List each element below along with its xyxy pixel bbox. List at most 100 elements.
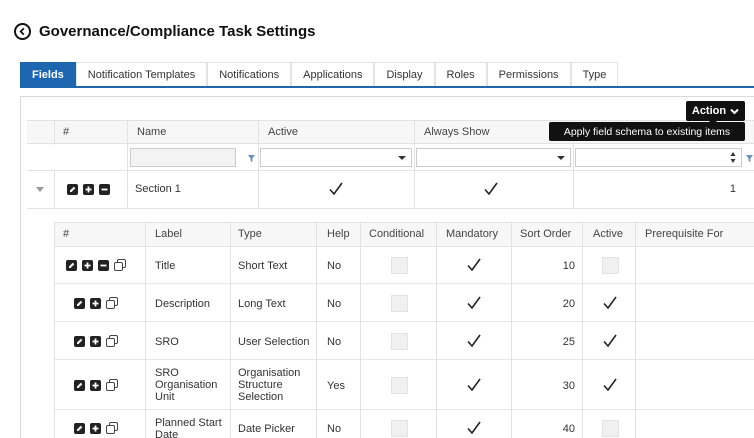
action-label: Action xyxy=(691,105,727,117)
tab-applications[interactable]: Applications xyxy=(291,62,375,87)
col-active[interactable]: Active xyxy=(268,121,298,145)
copy-icon[interactable] xyxy=(114,259,126,271)
filter-funnel-icon[interactable] xyxy=(248,155,255,162)
row-help: No xyxy=(327,423,342,435)
copy-icon[interactable] xyxy=(106,297,118,309)
title-bar: Governance/Compliance Task Settings xyxy=(14,18,315,44)
remove-icon[interactable] xyxy=(98,260,109,271)
add-icon[interactable] xyxy=(83,184,94,195)
copy-icon[interactable] xyxy=(106,335,118,347)
tab-display[interactable]: Display xyxy=(374,62,435,87)
chevron-down-icon xyxy=(557,156,565,160)
row-sort-order: 10 xyxy=(562,260,575,272)
col-mandatory[interactable]: Mandatory xyxy=(446,223,498,248)
page-title: Governance/Compliance Task Settings xyxy=(39,22,316,40)
col-conditional[interactable]: Conditional xyxy=(369,223,424,248)
edit-icon[interactable] xyxy=(67,184,78,195)
tab-notification-templates[interactable]: Notification Templates xyxy=(75,62,208,87)
add-icon[interactable] xyxy=(82,260,93,271)
col-name[interactable]: Name xyxy=(137,121,166,145)
fields-grid: # Label Type Help Conditional Mandatory … xyxy=(54,222,754,438)
col-active[interactable]: Active xyxy=(593,223,623,248)
add-icon[interactable] xyxy=(90,423,101,434)
back-arrow-icon[interactable] xyxy=(14,22,31,40)
table-row[interactable]: Planned Start Date Date Picker No 40 xyxy=(55,410,754,438)
row-type: Long Text xyxy=(238,298,286,310)
checkmark-icon[interactable] xyxy=(483,181,499,197)
copy-icon[interactable] xyxy=(106,379,118,391)
section-row[interactable]: Section 1 1 xyxy=(27,171,754,209)
row-label: Title xyxy=(155,260,176,272)
edit-icon[interactable] xyxy=(74,380,85,391)
checkmark-icon[interactable] xyxy=(466,377,482,393)
checkmark-icon[interactable] xyxy=(602,377,618,393)
row-type: Organisation Structure Selection xyxy=(238,367,301,403)
tab-fields[interactable]: Fields xyxy=(20,62,76,87)
edit-icon[interactable] xyxy=(74,423,85,434)
filter-funnel-icon[interactable] xyxy=(746,155,753,162)
active-checkbox[interactable] xyxy=(602,257,619,274)
action-tooltip[interactable]: Apply field schema to existing items xyxy=(549,118,745,141)
spinner-icon[interactable] xyxy=(730,151,736,164)
row-help: No xyxy=(327,336,342,348)
edit-icon[interactable] xyxy=(66,260,77,271)
col-hash: # xyxy=(63,126,70,138)
checkmark-icon[interactable] xyxy=(328,181,344,197)
row-label: SRO xyxy=(155,336,179,348)
active-filter-select[interactable] xyxy=(260,148,412,167)
section-name: Section 1 xyxy=(135,183,181,195)
chevron-down-icon xyxy=(398,156,406,160)
conditional-checkbox xyxy=(391,333,408,350)
col-type[interactable]: Type xyxy=(238,223,262,248)
row-label: SRO Organisation Unit xyxy=(155,367,218,403)
table-row[interactable]: SRO Organisation Unit Organisation Struc… xyxy=(55,360,754,410)
checkmark-icon[interactable] xyxy=(466,420,482,436)
always-show-filter-select[interactable] xyxy=(416,148,571,167)
tab-permissions[interactable]: Permissions xyxy=(486,62,571,87)
row-sort-order: 30 xyxy=(562,380,575,392)
col-label[interactable]: Label xyxy=(155,223,182,248)
add-icon[interactable] xyxy=(90,380,101,391)
name-filter-input[interactable] xyxy=(130,148,236,167)
count-filter-stepper[interactable] xyxy=(575,148,742,167)
table-row[interactable]: SRO User Selection No 25 xyxy=(55,322,754,360)
add-icon[interactable] xyxy=(90,298,101,309)
checkmark-icon[interactable] xyxy=(466,257,482,273)
tab-type[interactable]: Type xyxy=(570,62,619,87)
row-type: Short Text xyxy=(238,260,288,272)
col-always-show[interactable]: Always Show xyxy=(424,121,489,145)
col-help[interactable]: Help xyxy=(327,223,350,248)
row-sort-order: 25 xyxy=(562,336,575,348)
conditional-checkbox xyxy=(391,420,408,437)
tab-underline xyxy=(20,86,754,88)
conditional-checkbox xyxy=(391,295,408,312)
tab-roles[interactable]: Roles xyxy=(434,62,487,87)
section-count: 1 xyxy=(729,183,736,195)
checkmark-icon[interactable] xyxy=(602,295,618,311)
filter-row xyxy=(27,144,754,171)
checkmark-icon[interactable] xyxy=(466,295,482,311)
active-checkbox[interactable] xyxy=(602,420,619,437)
add-icon[interactable] xyxy=(90,336,101,347)
collapse-caret-icon[interactable] xyxy=(36,187,44,192)
table-row[interactable]: Title Short Text No 10 xyxy=(55,247,754,284)
checkmark-icon[interactable] xyxy=(602,333,618,349)
row-type: User Selection xyxy=(238,336,310,348)
edit-icon[interactable] xyxy=(74,336,85,347)
row-sort-order: 20 xyxy=(562,298,575,310)
row-help: Yes xyxy=(327,380,345,392)
row-help: No xyxy=(327,298,342,310)
copy-icon[interactable] xyxy=(106,422,118,434)
fields-grid-header: # Label Type Help Conditional Mandatory … xyxy=(55,222,754,248)
row-label: Planned Start Date xyxy=(155,417,222,438)
checkmark-icon[interactable] xyxy=(466,333,482,349)
table-row[interactable]: Description Long Text No 20 xyxy=(55,284,754,322)
tab-notifications[interactable]: Notifications xyxy=(207,62,292,87)
row-help: No xyxy=(327,260,342,272)
tab-bar: Fields Notification Templates Notificati… xyxy=(20,62,619,87)
edit-icon[interactable] xyxy=(74,298,85,309)
col-sort-order[interactable]: Sort Order xyxy=(520,223,571,248)
row-sort-order: 40 xyxy=(562,423,575,435)
col-prerequisite-for[interactable]: Prerequisite For xyxy=(645,223,723,248)
remove-icon[interactable] xyxy=(99,184,110,195)
